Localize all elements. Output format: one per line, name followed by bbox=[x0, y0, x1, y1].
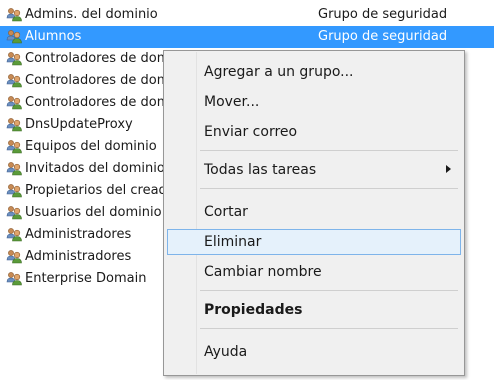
group-type: Grupo de seguridad bbox=[318, 7, 448, 22]
menu-item-label: Agregar a un grupo... bbox=[204, 64, 354, 80]
menu-item-add-to-group[interactable]: Agregar a un grupo... bbox=[167, 59, 461, 85]
menu-item-label: Eliminar bbox=[204, 234, 262, 250]
context-menu: Agregar a un grupo... Mover... Enviar co… bbox=[163, 50, 465, 376]
group-icon bbox=[6, 183, 23, 199]
group-icon bbox=[6, 73, 23, 89]
menu-item-label: Mover... bbox=[204, 94, 260, 110]
menu-item-all-tasks[interactable]: Todas las tareas bbox=[167, 157, 461, 183]
group-icon bbox=[6, 7, 23, 23]
group-name: Admins. del dominio bbox=[25, 7, 158, 22]
menu-item-label: Cortar bbox=[204, 204, 248, 220]
group-name: Usuarios del dominio bbox=[25, 205, 162, 220]
menu-item-label: Todas las tareas bbox=[204, 162, 317, 178]
group-icon bbox=[6, 227, 23, 243]
menu-item-properties[interactable]: Propiedades bbox=[167, 297, 461, 323]
menu-separator bbox=[200, 188, 458, 189]
group-icon bbox=[6, 95, 23, 111]
group-type: Grupo de seguridad bbox=[318, 29, 448, 44]
group-icon bbox=[6, 139, 23, 155]
list-item-selected[interactable]: Alumnos Grupo de seguridad bbox=[0, 26, 494, 48]
group-name: Equipos del dominio bbox=[25, 139, 157, 154]
menu-item-send-mail[interactable]: Enviar correo bbox=[167, 119, 461, 145]
menu-item-label: Ayuda bbox=[204, 344, 248, 360]
menu-separator bbox=[200, 290, 458, 291]
list-item[interactable]: Admins. del dominio Grupo de seguridad bbox=[0, 4, 494, 26]
group-name: Administradores bbox=[25, 249, 132, 264]
group-name: Invitados del dominio bbox=[25, 161, 165, 176]
group-name: DnsUpdateProxy bbox=[25, 117, 133, 132]
group-name: Alumnos bbox=[25, 29, 82, 44]
submenu-arrow-icon bbox=[446, 165, 451, 173]
group-icon bbox=[6, 117, 23, 133]
group-icon bbox=[6, 51, 23, 67]
menu-item-cut[interactable]: Cortar bbox=[167, 199, 461, 225]
menu-item-delete[interactable]: Eliminar bbox=[167, 229, 461, 255]
group-icon bbox=[6, 29, 23, 45]
group-icon bbox=[6, 271, 23, 287]
menu-item-help[interactable]: Ayuda bbox=[167, 339, 461, 365]
menu-separator bbox=[200, 328, 458, 329]
group-icon bbox=[6, 249, 23, 265]
group-name: Propietarios del creador bbox=[25, 183, 181, 198]
menu-item-move[interactable]: Mover... bbox=[167, 89, 461, 115]
group-name: Enterprise Domain bbox=[25, 271, 147, 286]
group-icon bbox=[6, 161, 23, 177]
menu-item-rename[interactable]: Cambiar nombre bbox=[167, 259, 461, 285]
menu-item-label: Enviar correo bbox=[204, 124, 298, 140]
menu-separator bbox=[200, 150, 458, 151]
group-name: Administradores bbox=[25, 227, 132, 242]
menu-item-label: Cambiar nombre bbox=[204, 264, 322, 280]
group-icon bbox=[6, 205, 23, 221]
menu-item-label: Propiedades bbox=[204, 302, 303, 318]
